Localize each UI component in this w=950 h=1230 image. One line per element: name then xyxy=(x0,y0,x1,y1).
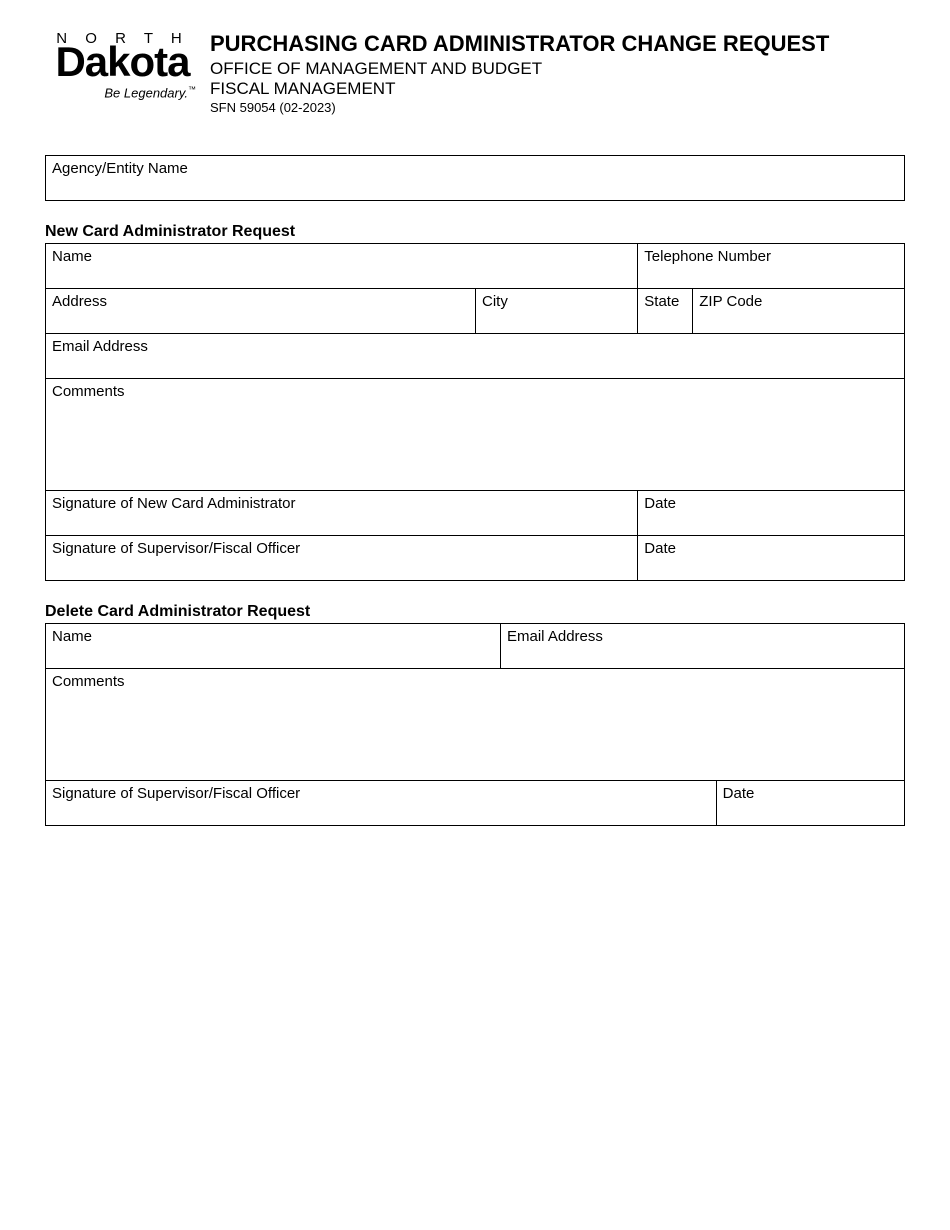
new-admin-heading: New Card Administrator Request xyxy=(45,223,905,241)
email-field[interactable]: Email Address xyxy=(46,334,905,379)
name-field[interactable]: Name xyxy=(46,244,638,289)
sig-supervisor-field-2[interactable]: Signature of Supervisor/Fiscal Officer xyxy=(46,781,717,826)
form-header: N O R T H Dakota Be Legendary.™ PURCHASI… xyxy=(45,30,905,115)
zip-label: ZIP Code xyxy=(699,293,762,310)
sig-supervisor-label-1: Signature of Supervisor/Fiscal Officer xyxy=(52,540,300,557)
telephone-input[interactable] xyxy=(644,265,898,284)
agency-table: Agency/Entity Name xyxy=(45,155,905,201)
state-logo: N O R T H Dakota Be Legendary.™ xyxy=(45,30,200,100)
agency-name-field[interactable]: Agency/Entity Name xyxy=(46,156,905,201)
telephone-field[interactable]: Telephone Number xyxy=(638,244,905,289)
delete-comments-input[interactable] xyxy=(52,690,898,770)
address-label: Address xyxy=(52,293,107,310)
zip-field[interactable]: ZIP Code xyxy=(693,289,905,334)
telephone-label: Telephone Number xyxy=(644,248,771,265)
delete-admin-heading: Delete Card Administrator Request xyxy=(45,603,905,621)
state-field[interactable]: State xyxy=(638,289,693,334)
date-label-1: Date xyxy=(644,495,676,512)
delete-email-input[interactable] xyxy=(507,645,898,664)
email-label: Email Address xyxy=(52,338,148,355)
comments-label: Comments xyxy=(52,383,125,400)
date-input-3[interactable] xyxy=(723,802,898,821)
address-field[interactable]: Address xyxy=(46,289,476,334)
delete-comments-field[interactable]: Comments xyxy=(46,669,905,781)
delete-email-field[interactable]: Email Address xyxy=(501,624,905,669)
address-input[interactable] xyxy=(52,310,469,329)
form-number: SFN 59054 (02-2023) xyxy=(210,100,905,115)
title-block: PURCHASING CARD ADMINISTRATOR CHANGE REQ… xyxy=(210,30,905,115)
name-input[interactable] xyxy=(52,265,631,284)
comments-field[interactable]: Comments xyxy=(46,379,905,491)
department-line-2: FISCAL MANAGEMENT xyxy=(210,79,905,99)
date-label-3: Date xyxy=(723,785,755,802)
city-label: City xyxy=(482,293,508,310)
comments-input[interactable] xyxy=(52,400,898,480)
date-input-1[interactable] xyxy=(644,512,898,531)
delete-name-field[interactable]: Name xyxy=(46,624,501,669)
email-input[interactable] xyxy=(52,355,898,374)
sig-new-admin-field[interactable]: Signature of New Card Administrator xyxy=(46,491,638,536)
date-input-2[interactable] xyxy=(644,557,898,576)
city-field[interactable]: City xyxy=(476,289,638,334)
delete-name-input[interactable] xyxy=(52,645,494,664)
date-field-3[interactable]: Date xyxy=(716,781,904,826)
date-field-1[interactable]: Date xyxy=(638,491,905,536)
delete-email-label: Email Address xyxy=(507,628,603,645)
delete-comments-label: Comments xyxy=(52,673,125,690)
delete-admin-table: Name Email Address Comments Signature of… xyxy=(45,623,905,826)
department-line-1: OFFICE OF MANAGEMENT AND BUDGET xyxy=(210,59,905,79)
zip-input[interactable] xyxy=(699,310,898,329)
delete-name-label: Name xyxy=(52,628,92,645)
date-field-2[interactable]: Date xyxy=(638,536,905,581)
state-label: State xyxy=(644,293,679,310)
agency-label: Agency/Entity Name xyxy=(52,160,188,177)
city-input[interactable] xyxy=(482,310,631,329)
sig-supervisor-field-1[interactable]: Signature of Supervisor/Fiscal Officer xyxy=(46,536,638,581)
state-input[interactable] xyxy=(644,310,686,329)
logo-dakota-text: Dakota xyxy=(45,41,200,83)
name-label: Name xyxy=(52,248,92,265)
form-title: PURCHASING CARD ADMINISTRATOR CHANGE REQ… xyxy=(210,31,905,57)
new-admin-table: Name Telephone Number Address City State… xyxy=(45,243,905,581)
logo-tagline: Be Legendary.™ xyxy=(45,85,200,100)
sig-supervisor-label-2: Signature of Supervisor/Fiscal Officer xyxy=(52,785,300,802)
sig-new-admin-label: Signature of New Card Administrator xyxy=(52,495,295,512)
date-label-2: Date xyxy=(644,540,676,557)
agency-input[interactable] xyxy=(52,177,898,196)
